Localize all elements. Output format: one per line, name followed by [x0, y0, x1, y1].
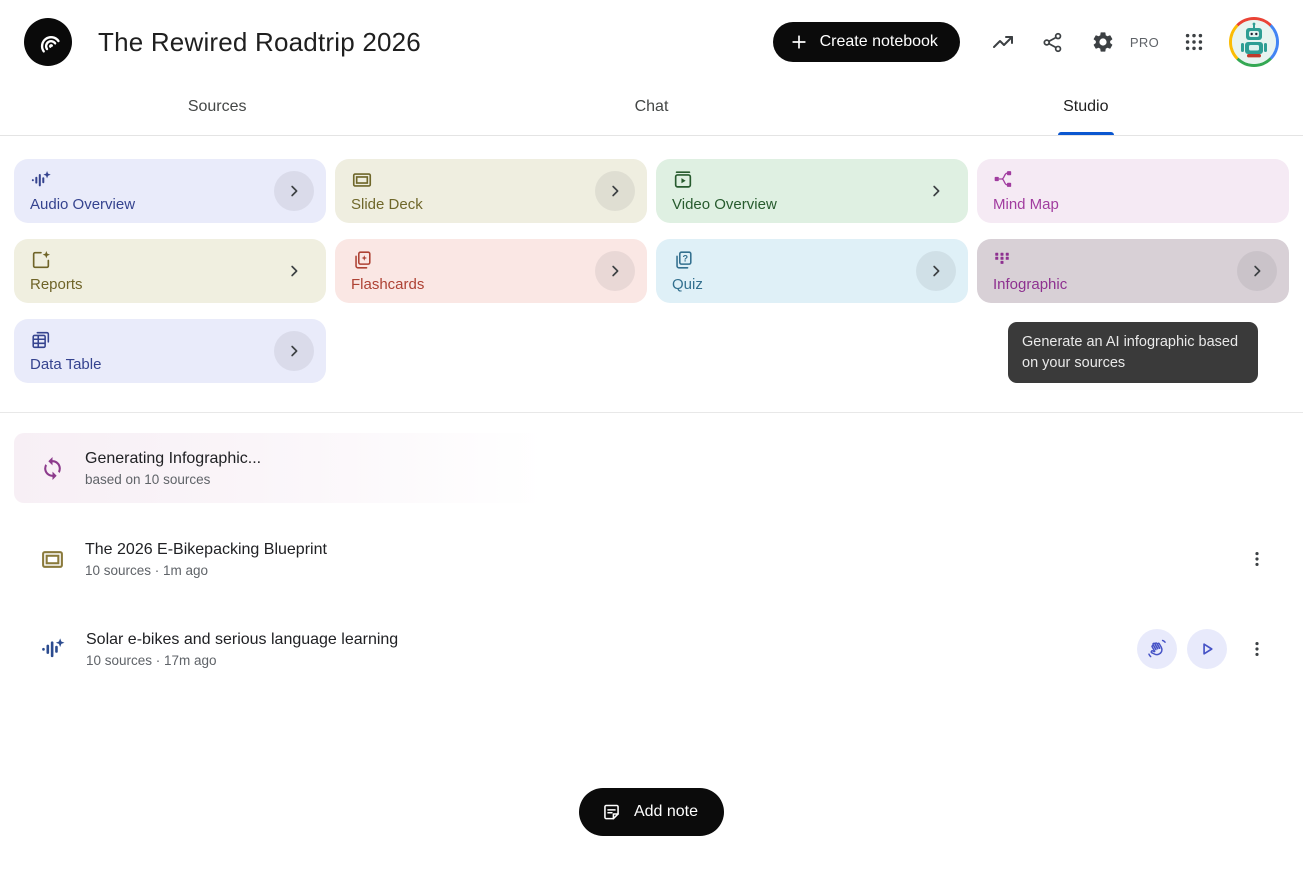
generating-subtitle: based on 10 sources	[85, 472, 261, 487]
slide-frame-icon	[40, 547, 65, 572]
studio-card-reports[interactable]: Reports	[14, 239, 326, 303]
apps-grid-icon[interactable]	[1171, 19, 1217, 65]
chevron-right-icon[interactable]	[274, 171, 314, 211]
card-label: Mind Map	[993, 196, 1059, 213]
chevron-right-icon[interactable]	[274, 331, 314, 371]
card-label: Audio Overview	[30, 196, 135, 213]
artifact-meta: 10 sources · 17m ago	[86, 653, 398, 668]
active-tab-underline	[1058, 132, 1114, 135]
notebook-title[interactable]: The Rewired Roadtrip 2026	[98, 27, 421, 58]
tab-sources-label: Sources	[188, 98, 247, 115]
audio-waveform-sparkle-icon	[40, 636, 66, 662]
tab-studio[interactable]: Studio	[869, 86, 1303, 135]
card-label: Reports	[30, 276, 83, 293]
share-icon[interactable]	[1030, 19, 1076, 65]
avatar-robot-image	[1232, 20, 1276, 64]
studio-card-infographic[interactable]: Infographic	[977, 239, 1289, 303]
studio-card-mind-map[interactable]: Mind Map	[977, 159, 1289, 223]
analytics-trend-icon[interactable]	[980, 19, 1026, 65]
more-menu-icon[interactable]	[1237, 629, 1277, 669]
waving-hand-icon	[1146, 638, 1168, 660]
add-note-label: Add note	[634, 803, 698, 821]
studio-card-slide-deck[interactable]: Slide Deck	[335, 159, 647, 223]
report-sparkle-icon	[30, 249, 52, 271]
sync-spinner-icon	[40, 456, 65, 481]
artifact-row-audio[interactable]: Solar e-bikes and serious language learn…	[14, 623, 1289, 675]
notebooklm-logo[interactable]	[24, 18, 72, 66]
interactive-mode-button[interactable]	[1137, 629, 1177, 669]
chevron-right-icon[interactable]	[916, 251, 956, 291]
app-header: The Rewired Roadtrip 2026 Create noteboo…	[0, 0, 1303, 80]
settings-gear-icon[interactable]	[1080, 19, 1126, 65]
add-note-button[interactable]: Add note	[579, 788, 724, 836]
mind-map-nodes-icon	[993, 169, 1013, 189]
tab-chat[interactable]: Chat	[434, 86, 868, 135]
studio-card-video-overview[interactable]: Video Overview	[656, 159, 968, 223]
card-label: Flashcards	[351, 276, 424, 293]
panel-tabs: Sources Chat Studio	[0, 86, 1303, 136]
infographic-tooltip: Generate an AI infographic based on your…	[1008, 322, 1258, 383]
chevron-right-icon[interactable]	[916, 171, 956, 211]
generating-title: Generating Infographic...	[85, 450, 261, 468]
studio-card-quiz[interactable]: ? Quiz	[656, 239, 968, 303]
audio-waveform-sparkle-icon	[30, 169, 52, 191]
card-label: Quiz	[672, 276, 703, 293]
slide-frame-icon	[351, 169, 373, 191]
play-button[interactable]	[1187, 629, 1227, 669]
artifact-title: The 2026 E-Bikepacking Blueprint	[85, 541, 327, 559]
avatar[interactable]	[1229, 17, 1279, 67]
chevron-right-icon[interactable]	[595, 251, 635, 291]
chevron-right-icon[interactable]	[1237, 251, 1277, 291]
card-label: Infographic	[993, 276, 1067, 293]
header-actions: Create notebook PRO	[773, 17, 1279, 67]
chevron-right-icon[interactable]	[274, 251, 314, 291]
note-icon	[601, 802, 622, 823]
pro-badge: PRO	[1130, 35, 1159, 50]
create-notebook-button[interactable]: Create notebook	[773, 22, 960, 62]
card-label: Video Overview	[672, 196, 777, 213]
tab-chat-label: Chat	[635, 98, 669, 115]
studio-card-data-table[interactable]: Data Table	[14, 319, 326, 383]
video-player-icon	[672, 169, 694, 191]
infographic-columns-icon	[993, 249, 1011, 267]
chevron-right-icon[interactable]	[595, 171, 635, 211]
svg-text:?: ?	[682, 253, 688, 263]
play-icon	[1197, 639, 1217, 659]
tab-studio-label: Studio	[1063, 98, 1108, 115]
artifact-list: Generating Infographic... based on 10 so…	[0, 413, 1303, 836]
plus-icon	[789, 32, 809, 52]
studio-card-flashcards[interactable]: Flashcards	[335, 239, 647, 303]
artifact-row-slide-deck[interactable]: The 2026 E-Bikepacking Blueprint 10 sour…	[14, 533, 1289, 585]
flashcards-star-icon	[351, 249, 373, 271]
card-label: Slide Deck	[351, 196, 423, 213]
data-table-icon	[30, 329, 52, 351]
generating-infographic-row[interactable]: Generating Infographic... based on 10 so…	[14, 433, 545, 503]
card-label: Data Table	[30, 356, 101, 373]
create-notebook-label: Create notebook	[820, 33, 938, 51]
artifact-meta: 10 sources · 1m ago	[85, 563, 327, 578]
quiz-cards-icon: ?	[672, 249, 694, 271]
tab-sources[interactable]: Sources	[0, 86, 434, 135]
artifact-title: Solar e-bikes and serious language learn…	[86, 631, 398, 649]
more-menu-icon[interactable]	[1237, 539, 1277, 579]
studio-card-audio-overview[interactable]: Audio Overview	[14, 159, 326, 223]
